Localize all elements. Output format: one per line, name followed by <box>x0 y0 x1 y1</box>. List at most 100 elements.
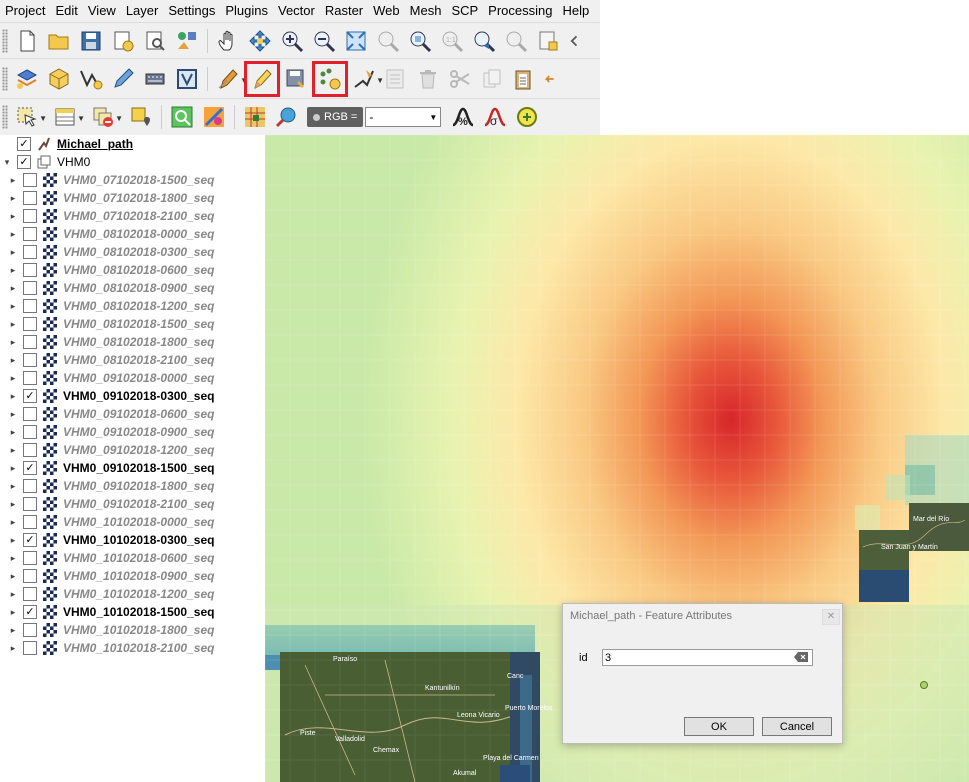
copy-features-icon[interactable] <box>478 65 506 93</box>
expand-arrow-icon[interactable]: ▸ <box>0 355 20 366</box>
layer-visibility-checkbox[interactable] <box>23 353 37 367</box>
expand-arrow-icon[interactable]: ▸ <box>0 301 20 312</box>
menu-mesh[interactable]: Mesh <box>405 0 447 22</box>
expand-arrow-icon[interactable]: ▸ <box>0 517 20 528</box>
zoom-next-icon[interactable] <box>502 27 530 55</box>
menu-web[interactable]: Web <box>368 0 405 22</box>
layer-visibility-checkbox[interactable]: ✓ <box>23 389 37 403</box>
layer-visibility-checkbox[interactable] <box>23 263 37 277</box>
paste-features-icon[interactable] <box>510 65 538 93</box>
layer-row[interactable]: ✓ Michael_path <box>0 135 265 153</box>
collapse-arrow-icon[interactable]: ▾ <box>0 157 14 168</box>
show-bookmarks-icon[interactable] <box>566 27 580 55</box>
layer-visibility-checkbox[interactable] <box>23 425 37 439</box>
menu-settings[interactable]: Settings <box>163 0 220 22</box>
expand-arrow-icon[interactable]: ▸ <box>0 589 20 600</box>
menu-project[interactable]: Project <box>0 0 50 22</box>
cancel-button[interactable]: Cancel <box>762 717 832 736</box>
layer-row[interactable]: ▸ VHM0_08102018-0300_seq <box>0 243 265 261</box>
virtual-layer-icon[interactable] <box>173 65 201 93</box>
layer-visibility-checkbox[interactable] <box>23 227 37 241</box>
layer-row[interactable]: ▸ VHM0_09102018-1200_seq <box>0 441 265 459</box>
layer-visibility-checkbox[interactable] <box>23 497 37 511</box>
layer-row[interactable]: ▸ VHM0_10102018-0900_seq <box>0 567 265 585</box>
zoom-full-icon[interactable] <box>342 27 370 55</box>
layer-row[interactable]: ▸ VHM0_10102018-2100_seq <box>0 639 265 657</box>
layer-visibility-checkbox[interactable]: ✓ <box>17 137 31 151</box>
expand-arrow-icon[interactable]: ▸ <box>0 409 20 420</box>
menu-view[interactable]: View <box>83 0 121 22</box>
layer-row[interactable]: ▸ ✓ VHM0_09102018-0300_seq <box>0 387 265 405</box>
clear-field-icon[interactable] <box>794 652 808 662</box>
layer-row[interactable]: ▸ VHM0_09102018-0600_seq <box>0 405 265 423</box>
add-point-feature-icon[interactable] <box>312 61 348 97</box>
local-std-stretch-icon[interactable]: σ <box>481 103 509 131</box>
layer-row[interactable]: ▸ VHM0_08102018-0600_seq <box>0 261 265 279</box>
modify-attributes-icon[interactable] <box>382 65 410 93</box>
layer-row[interactable]: ▸ VHM0_08102018-1800_seq <box>0 333 265 351</box>
layer-row[interactable]: ▸ VHM0_10102018-1200_seq <box>0 585 265 603</box>
expand-arrow-icon[interactable]: ▸ <box>0 229 20 240</box>
select-features-icon[interactable]: ▼ <box>13 103 47 131</box>
expand-arrow-icon[interactable]: ▸ <box>0 175 20 186</box>
delete-selected-icon[interactable] <box>414 65 442 93</box>
scp-toggle-icon[interactable] <box>168 103 196 131</box>
expand-arrow-icon[interactable]: ▸ <box>0 553 20 564</box>
expand-arrow-icon[interactable]: ▸ <box>0 373 20 384</box>
expand-arrow-icon[interactable]: ▸ <box>0 391 20 402</box>
expand-arrow-icon[interactable]: ▸ <box>0 643 20 654</box>
menu-layer[interactable]: Layer <box>121 0 164 22</box>
layer-visibility-checkbox[interactable] <box>23 479 37 493</box>
layer-visibility-checkbox[interactable] <box>23 191 37 205</box>
layer-visibility-checkbox[interactable] <box>23 407 37 421</box>
new-bookmark-icon[interactable] <box>534 27 562 55</box>
undo-icon[interactable] <box>542 65 556 93</box>
layer-row[interactable]: ▸ ✓ VHM0_10102018-0300_seq <box>0 531 265 549</box>
id-field-input[interactable]: 3 <box>602 649 813 666</box>
save-project-icon[interactable] <box>77 27 105 55</box>
layer-visibility-checkbox[interactable] <box>23 515 37 529</box>
layer-row[interactable]: ▸ VHM0_07102018-1500_seq <box>0 171 265 189</box>
layout-manager-icon[interactable] <box>141 27 169 55</box>
expand-arrow-icon[interactable]: ▸ <box>0 193 20 204</box>
expand-arrow-icon[interactable]: ▸ <box>0 265 20 276</box>
zoom-out-icon[interactable] <box>310 27 338 55</box>
ok-button[interactable]: OK <box>684 717 754 736</box>
layer-visibility-checkbox[interactable]: ✓ <box>17 155 31 169</box>
michael-path-point[interactable] <box>920 681 928 689</box>
deselect-icon[interactable]: ▼ <box>89 103 123 131</box>
layer-visibility-checkbox[interactable]: ✓ <box>23 533 37 547</box>
layer-row[interactable]: ▸ VHM0_09102018-0900_seq <box>0 423 265 441</box>
roi-icon[interactable] <box>241 103 269 131</box>
expand-arrow-icon[interactable]: ▸ <box>0 607 20 618</box>
layer-row[interactable]: ▸ ✓ VHM0_10102018-1500_seq <box>0 603 265 621</box>
menu-help[interactable]: Help <box>557 0 594 22</box>
expand-arrow-icon[interactable]: ▸ <box>0 535 20 546</box>
layer-visibility-checkbox[interactable] <box>23 587 37 601</box>
expand-arrow-icon[interactable]: ▸ <box>0 445 20 456</box>
new-shapefile-icon[interactable] <box>77 65 105 93</box>
layer-visibility-checkbox[interactable] <box>23 245 37 259</box>
menu-plugins[interactable]: Plugins <box>220 0 273 22</box>
layer-visibility-checkbox[interactable]: ✓ <box>23 605 37 619</box>
cut-features-icon[interactable] <box>446 65 474 93</box>
open-project-icon[interactable] <box>45 27 73 55</box>
menu-processing[interactable]: Processing <box>483 0 557 22</box>
attribute-table-icon[interactable]: ▼ <box>51 103 85 131</box>
menu-edit[interactable]: Edit <box>50 0 82 22</box>
layer-row[interactable]: ▸ ✓ VHM0_09102018-1500_seq <box>0 459 265 477</box>
layer-row[interactable]: ▸ VHM0_10102018-0000_seq <box>0 513 265 531</box>
save-edits-icon[interactable] <box>282 65 310 93</box>
layer-visibility-checkbox[interactable] <box>23 443 37 457</box>
zoom-last-icon[interactable] <box>470 27 498 55</box>
layer-row[interactable]: ▸ VHM0_08102018-1200_seq <box>0 297 265 315</box>
layer-row[interactable]: ▸ VHM0_07102018-2100_seq <box>0 207 265 225</box>
layer-row[interactable]: ▸ VHM0_08102018-0000_seq <box>0 225 265 243</box>
expand-arrow-icon[interactable]: ▸ <box>0 283 20 294</box>
vertex-tool-icon[interactable]: ▼ <box>350 65 384 93</box>
scp-dock-icon[interactable] <box>200 103 228 131</box>
layer-visibility-checkbox[interactable] <box>23 335 37 349</box>
layer-visibility-checkbox[interactable] <box>23 173 37 187</box>
gps-icon[interactable] <box>141 65 169 93</box>
new-print-layout-icon[interactable] <box>109 27 137 55</box>
